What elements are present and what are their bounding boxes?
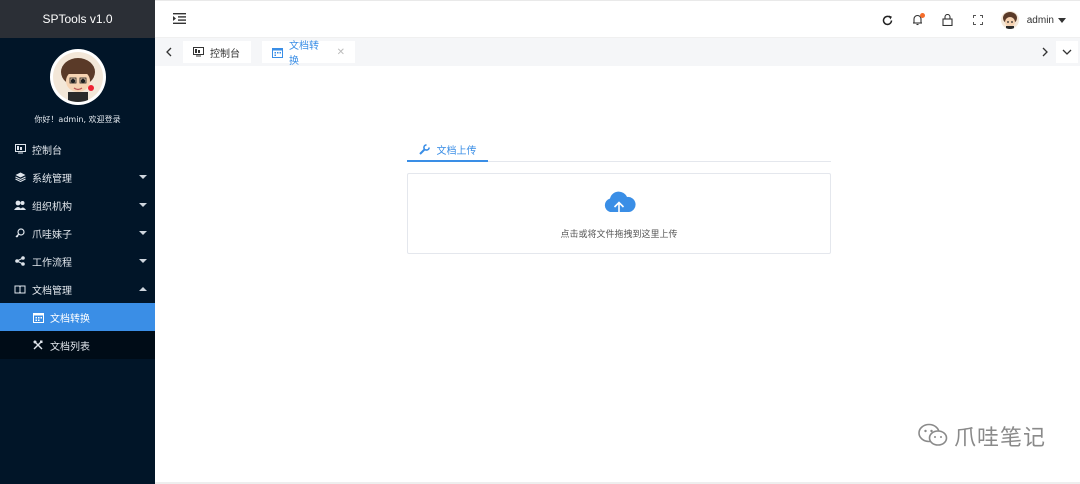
avatar[interactable] [49,49,106,105]
key-icon [14,227,26,239]
chevron-down-icon [1062,49,1072,55]
chevron-down-icon [139,203,147,207]
chevron-up-icon [139,287,147,291]
app-title: SPTools v1.0 [0,0,155,38]
tab-label: 控制台 [210,48,240,60]
layers-icon [14,171,26,183]
caret-down-icon [1058,17,1066,23]
sidebar-menu: 控制台 系统管理 组织机构 爪哇妹子 工作流程 文档管理 文档转换 文档列表 [0,135,155,359]
sidebar-item-doc-list[interactable]: 文档列表 [0,331,155,359]
bell-icon[interactable] [903,1,933,39]
tabs-bar: 控制台 文档转换 ✕ [155,38,1080,67]
chevron-down-icon [139,231,147,235]
header-actions: admin [873,1,1066,39]
tools-icon [32,339,44,351]
avatar-image [52,52,103,102]
share-icon [14,255,26,267]
menu-fold-icon[interactable] [173,13,186,27]
sidebar-item-dashboard[interactable]: 控制台 [0,135,155,163]
tab-doc-upload[interactable]: 文档上传 [407,138,488,162]
refresh-icon[interactable] [873,1,903,39]
chevron-down-icon [139,259,147,263]
main-content: 文档上传 点击或将文件拖拽到这里上传 爪哇笔记 [155,66,1080,484]
upload-tabs: 文档上传 [407,138,831,162]
watermark-text: 爪哇笔记 [953,426,1046,451]
sidebar-item-label: 文档管理 [32,285,72,297]
sidebar-item-label: 文档转换 [50,313,90,325]
sidebar-item-label: 系统管理 [32,173,72,185]
wrench-icon [418,143,430,155]
lock-icon[interactable] [933,1,963,39]
sidebar-item-label: 工作流程 [32,257,72,269]
username: admin [1026,14,1054,26]
tab-dashboard[interactable]: 控制台 [183,41,251,63]
users-icon [14,199,26,211]
sidebar-item-label: 控制台 [32,145,62,157]
user-avatar [1000,11,1019,29]
watermark: 爪哇笔记 [918,420,1046,452]
documents-submenu: 文档转换 文档列表 [0,303,155,359]
calendar-icon [32,311,44,323]
books-icon [14,283,26,295]
tab-doc-convert[interactable]: 文档转换 ✕ [262,41,355,67]
sidebar-item-label: 组织机构 [32,201,72,213]
chevron-down-icon [139,175,147,179]
cloud-upload-icon [602,190,636,221]
chevron-left-icon[interactable] [161,45,175,59]
user-menu[interactable]: admin [1000,11,1066,29]
greeting-text: 你好！admin, 欢迎登录 [34,115,121,124]
monitor-icon [14,143,26,155]
tab-label: 文档转换 [289,41,319,67]
tabs-dropdown-button[interactable] [1056,41,1078,63]
sidebar-item-label: 爪哇妹子 [32,229,72,241]
sidebar: SPTools v1.0 你好！admin, 欢迎登录 控制台 系统管理 组织机… [0,0,155,484]
calendar-icon [272,47,283,58]
sidebar-item-documents[interactable]: 文档管理 [0,275,155,303]
top-header: admin [155,0,1080,38]
chevron-right-icon[interactable] [1038,45,1052,59]
dropzone-hint: 点击或将文件拖拽到这里上传 [560,230,678,240]
wechat-icon [918,422,948,451]
upload-tab-label: 文档上传 [436,145,477,157]
sidebar-item-doc-convert[interactable]: 文档转换 [0,303,155,331]
sidebar-item-workflow[interactable]: 工作流程 [0,247,155,275]
sidebar-item-organization[interactable]: 组织机构 [0,191,155,219]
monitor-icon [193,47,204,57]
sidebar-item-label: 文档列表 [50,341,90,353]
sidebar-item-java-girl[interactable]: 爪哇妹子 [0,219,155,247]
upload-dropzone[interactable]: 点击或将文件拖拽到这里上传 [407,173,831,254]
upload-panel: 文档上传 点击或将文件拖拽到这里上传 [407,138,831,254]
notification-dot [919,13,925,18]
close-icon[interactable]: ✕ [337,47,345,58]
fullscreen-icon[interactable] [963,1,993,39]
sidebar-item-system[interactable]: 系统管理 [0,163,155,191]
